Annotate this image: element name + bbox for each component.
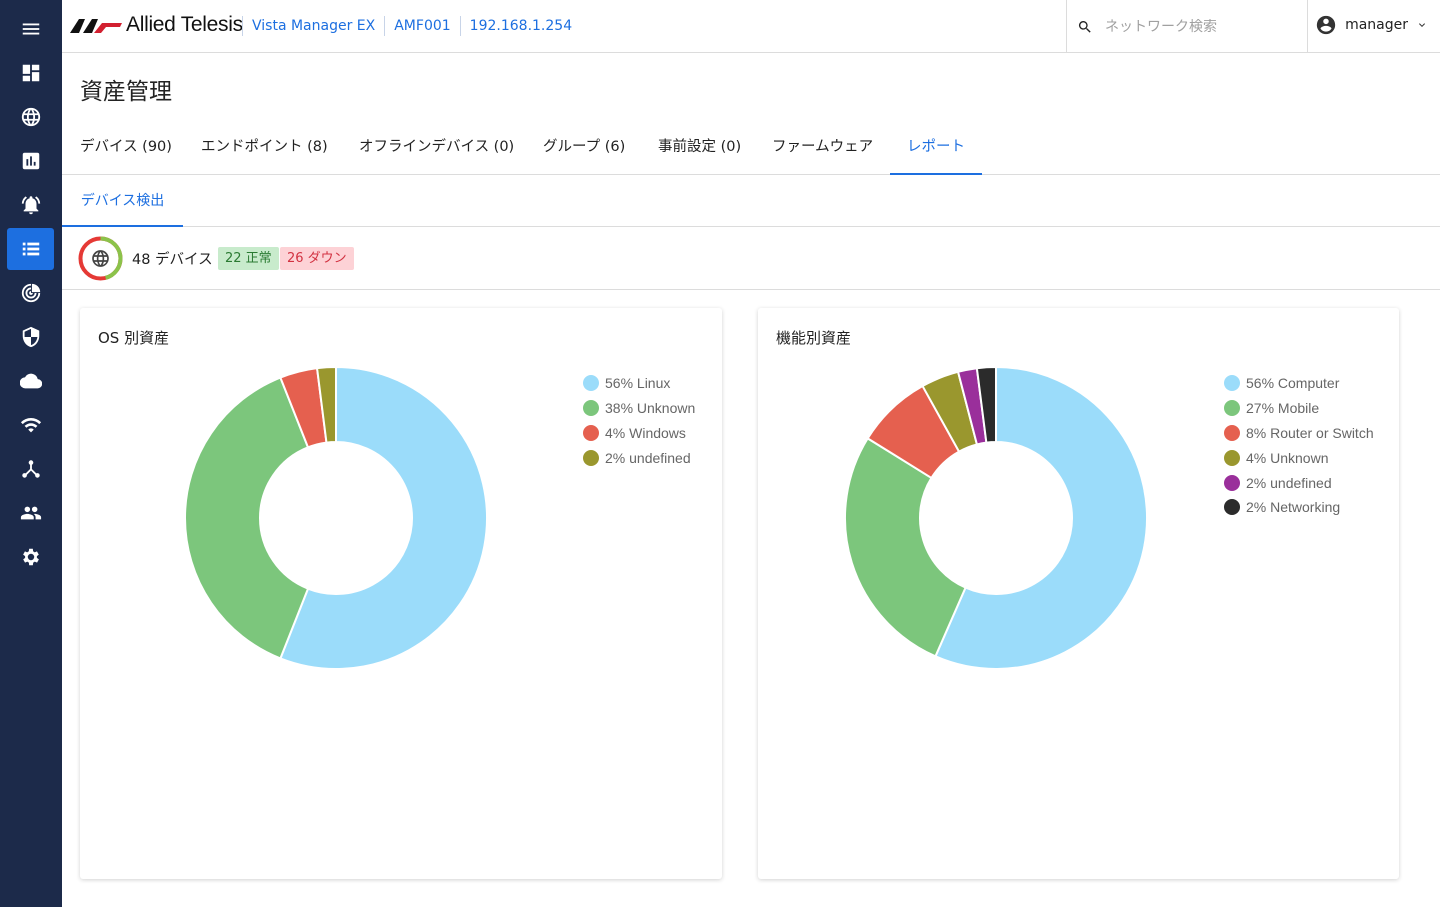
user-menu[interactable]: manager — [1315, 14, 1428, 36]
network-icon[interactable] — [7, 448, 54, 490]
device-count: 48 デバイス — [132, 252, 213, 268]
search-icon[interactable] — [1077, 19, 1093, 35]
menu-icon[interactable] — [7, 8, 54, 50]
search-input[interactable] — [1105, 18, 1295, 35]
tab-firmware[interactable]: ファームウェア — [772, 122, 873, 175]
list-icon[interactable] — [7, 228, 54, 270]
legend-label: 2% undefined — [1246, 474, 1332, 491]
tab-devices[interactable]: デバイス (90) — [80, 122, 172, 175]
device-status-ring — [78, 236, 123, 281]
chevron-down-icon — [1419, 23, 1425, 27]
function-legend: 56% Computer 27% Mobile 8% Router or Switc… — [1224, 371, 1374, 520]
legend-label: 4% Windows — [605, 424, 686, 441]
breadcrumb-node[interactable]: AMF001 — [384, 16, 459, 36]
logo-mark-icon — [70, 19, 122, 33]
legend-label: 4% Unknown — [1246, 449, 1329, 466]
status-badge-down[interactable]: 26 ダウン — [280, 247, 354, 270]
legend-item[interactable]: 2% undefined — [1224, 470, 1374, 495]
tab-endpoints[interactable]: エンドポイント (8) — [201, 122, 328, 175]
donut-slice-mobile[interactable] — [844, 437, 967, 658]
legend-item[interactable]: 38% Unknown — [583, 396, 695, 421]
legend-swatch — [1224, 424, 1240, 441]
user-name: manager — [1345, 17, 1408, 33]
gear-icon[interactable] — [7, 536, 54, 578]
legend-item[interactable]: 2% undefined — [583, 445, 695, 470]
tab-preconfig[interactable]: 事前設定 (0) — [658, 122, 741, 175]
legend-label: 56% Computer — [1246, 375, 1340, 392]
legend-swatch — [583, 449, 599, 466]
shield-icon[interactable] — [7, 316, 54, 358]
dashboard-icon[interactable] — [7, 52, 54, 94]
account-icon — [1316, 15, 1336, 35]
bar-chart-icon[interactable] — [7, 140, 54, 182]
sub-tabs: デバイス検出 — [62, 175, 1440, 227]
legend-label: 27% Mobile — [1246, 400, 1320, 417]
cloud-icon[interactable] — [7, 360, 54, 402]
subtab-device-discovery[interactable]: デバイス検出 — [62, 175, 183, 227]
function-assets-card: 機能別資産 56% Computer 27% Mobile 8% Router or… — [758, 308, 1399, 879]
legend-swatch — [1224, 499, 1240, 516]
legend-label: 38% Unknown — [605, 400, 696, 417]
tab-groups[interactable]: グループ (6) — [543, 122, 625, 175]
legend-swatch — [1224, 449, 1240, 466]
os-assets-card: OS 別資産 56% Linux 38% Unknown 4% Windows 2% … — [80, 308, 722, 879]
network-search — [1066, 0, 1308, 53]
breadcrumb-product[interactable]: Vista Manager EX — [242, 16, 384, 36]
legend-swatch — [1224, 375, 1240, 392]
os-legend: 56% Linux 38% Unknown 4% Windows 2% undefin… — [583, 371, 695, 470]
people-icon[interactable] — [7, 492, 54, 534]
legend-swatch — [583, 400, 599, 417]
breadcrumb: Vista Manager EX AMF001 192.168.1.254 — [242, 16, 581, 36]
legend-item[interactable]: 56% Computer — [1224, 371, 1374, 396]
legend-swatch — [583, 424, 599, 441]
top-bar: Allied Telesis Vista Manager EX AMF001 1… — [62, 0, 1440, 53]
legend-item[interactable]: 27% Mobile — [1224, 396, 1374, 421]
allied-telesis-logo[interactable]: Allied Telesis — [70, 10, 243, 40]
legend-item[interactable]: 8% Router or Switch — [1224, 421, 1374, 446]
legend-item[interactable]: 56% Linux — [583, 371, 695, 396]
legend-label: 8% Router or Switch — [1246, 424, 1374, 441]
page-title: 資産管理 — [80, 79, 172, 105]
donut-slice-unknown[interactable] — [184, 376, 310, 660]
device-summary: 48 デバイス 22 正常 26 ダウン — [62, 227, 1440, 290]
legend-label: 2% undefined — [605, 449, 691, 466]
legend-item[interactable]: 4% Windows — [583, 421, 695, 446]
tab-offline-devices[interactable]: オフラインデバイス (0) — [359, 122, 514, 175]
sidebar — [0, 0, 62, 907]
tab-report[interactable]: レポート — [890, 122, 982, 175]
radar-icon[interactable] — [7, 272, 54, 314]
alarm-icon[interactable] — [7, 184, 54, 226]
globe-icon[interactable] — [7, 96, 54, 138]
legend-swatch — [1224, 400, 1240, 417]
wifi-icon[interactable] — [7, 404, 54, 446]
legend-item[interactable]: 4% Unknown — [1224, 445, 1374, 470]
status-badge-ok[interactable]: 22 正常 — [218, 247, 279, 270]
legend-item[interactable]: 2% Networking — [1224, 495, 1374, 520]
legend-swatch — [583, 375, 599, 392]
breadcrumb-ip[interactable]: 192.168.1.254 — [459, 16, 581, 36]
legend-label: 56% Linux — [605, 375, 671, 392]
legend-label: 2% Networking — [1246, 499, 1341, 516]
brand-name: Allied Telesis — [126, 13, 243, 36]
globe-icon — [92, 250, 109, 267]
main-tabs: デバイス (90) エンドポイント (8) オフラインデバイス (0) グループ… — [62, 122, 1440, 175]
legend-swatch — [1224, 474, 1240, 491]
